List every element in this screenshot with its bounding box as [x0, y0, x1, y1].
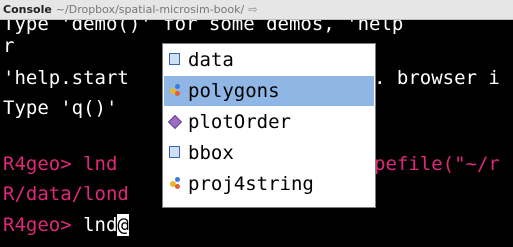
console-line: Type 'demo()' for some demos, 'help	[3, 20, 404, 35]
completion-label: bbox	[188, 142, 234, 164]
console-line: Type 'q()'	[3, 97, 118, 119]
completion-item-proj4string[interactable]: proj4string	[164, 169, 374, 199]
completion-item-data[interactable]: data	[164, 45, 374, 75]
completion-item-polygons[interactable]: polygons	[164, 76, 374, 106]
slot-icon	[169, 146, 180, 158]
variable-icon	[167, 114, 183, 130]
completion-label: proj4string	[188, 173, 314, 195]
autocomplete-popup[interactable]: data polygons plotOrder bbox proj4string	[162, 43, 376, 208]
console-prompt: R4geo>	[3, 214, 84, 236]
console-input[interactable]: lnd@	[83, 214, 129, 236]
console-line: R4geo> lnd	[3, 153, 118, 175]
console-input-line[interactable]: R4geo> lnd@	[3, 214, 129, 236]
completion-label: plotOrder	[188, 111, 291, 133]
object-icon	[169, 84, 181, 96]
console-line: R/data/lond	[3, 183, 129, 205]
console-line-tail: pefile("~/r	[374, 153, 500, 175]
object-icon	[169, 177, 181, 189]
completion-label: polygons	[188, 80, 280, 102]
console-line: r	[3, 35, 15, 57]
completion-label: data	[188, 49, 234, 71]
console-line: 'help.start	[3, 67, 129, 89]
arrow-right-icon[interactable]: ⇨	[248, 3, 257, 16]
working-directory-path: ~/Dropbox/spatial-microsim-book/	[55, 3, 245, 16]
slot-icon	[169, 53, 180, 65]
console-line-tail: . browser i	[374, 67, 500, 89]
console-title: Console	[3, 3, 52, 16]
completion-item-bbox[interactable]: bbox	[164, 138, 374, 168]
completion-item-plotorder[interactable]: plotOrder	[164, 107, 374, 137]
console-header: Console ~/Dropbox/spatial-microsim-book/⇨	[0, 0, 513, 20]
